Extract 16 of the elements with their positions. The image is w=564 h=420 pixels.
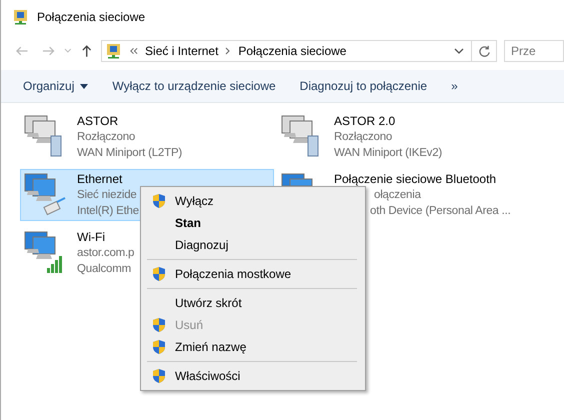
- connection-name: Połączenie sieciowe Bluetooth: [334, 171, 496, 187]
- connection-status: Sieć niezide: [77, 188, 137, 203]
- device-name: WAN Miniport (IKEv2): [334, 146, 442, 161]
- device-name: oth Device (Personal Area ...: [370, 204, 511, 219]
- connection-name: ASTOR: [77, 113, 118, 129]
- connection-status: Rozłączono: [334, 130, 392, 145]
- window-title: Połączenia sieciowe: [37, 10, 146, 24]
- device-name: WAN Miniport (L2TP): [77, 146, 182, 161]
- connection-name: ASTOR 2.0: [334, 113, 396, 129]
- connection-name: Ethernet: [77, 171, 122, 187]
- device-name: Qualcomm: [77, 262, 131, 277]
- connection-status: astor.com.p: [77, 246, 134, 261]
- connection-status: Rozłączono: [77, 130, 136, 145]
- device-name: Intel(R) Ethe: [77, 204, 139, 219]
- connection-name: Wi-Fi: [77, 229, 105, 245]
- connection-status: ołączenia: [374, 188, 421, 203]
